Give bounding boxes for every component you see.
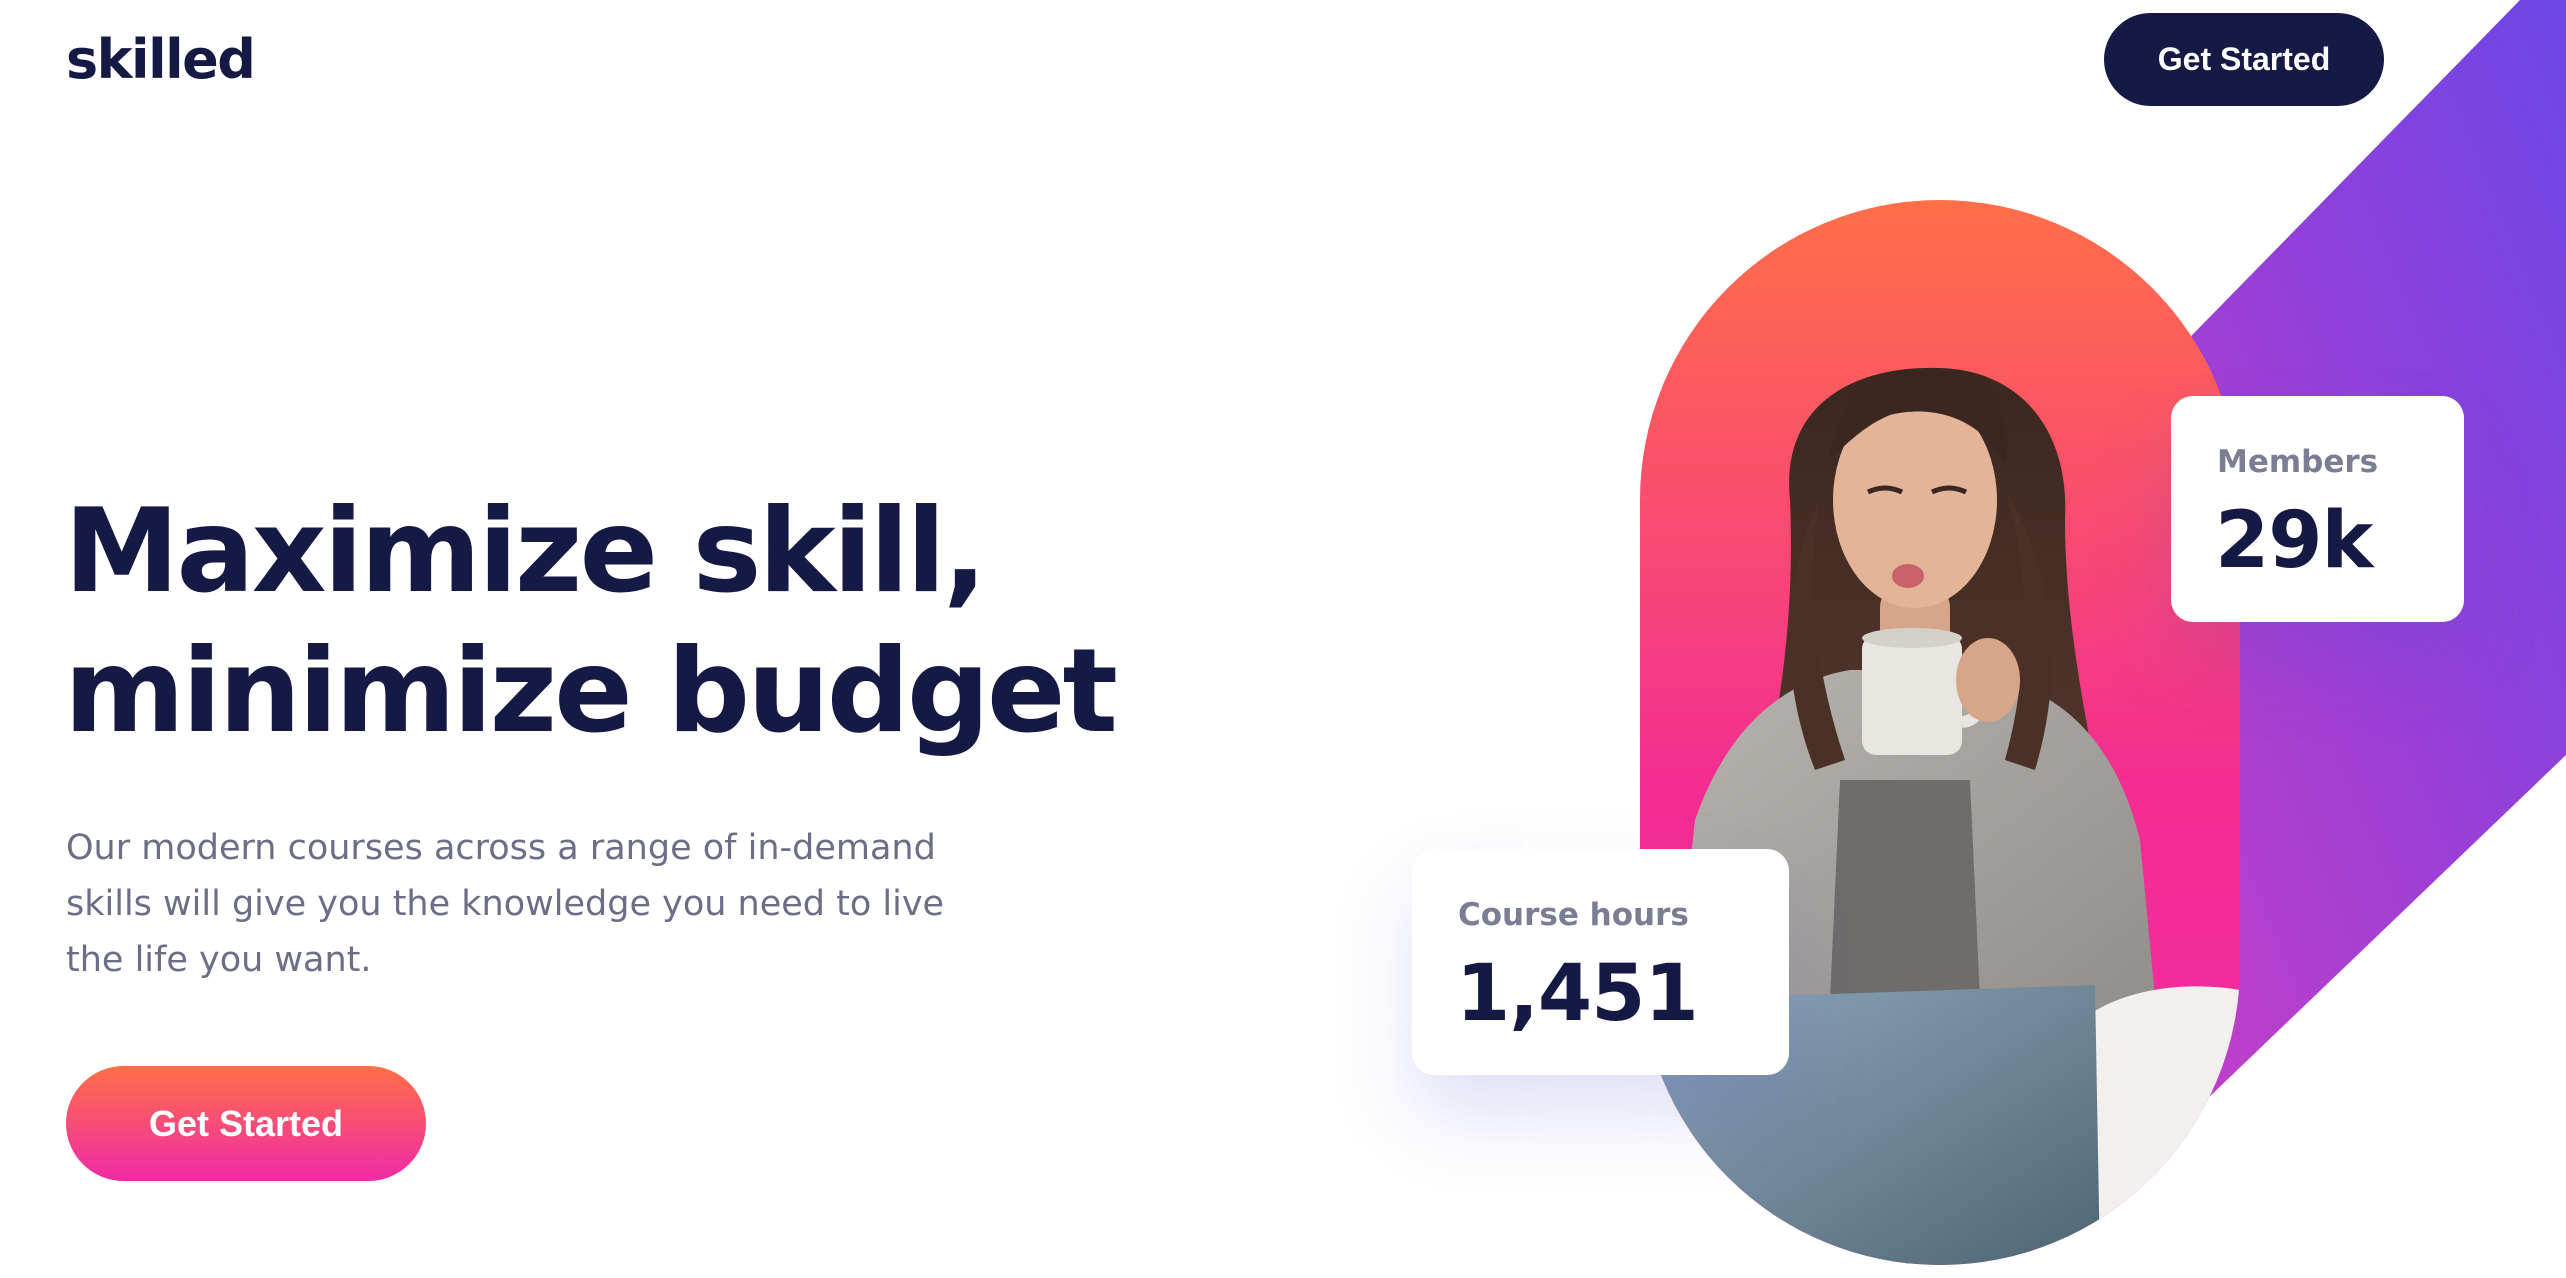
members-stat-label: Members: [2217, 444, 2379, 480]
members-stat-value: 29k: [2215, 496, 2373, 586]
brand-logo[interactable]: skilled: [66, 28, 256, 91]
hero-title-line-1: Maximize skill,: [64, 484, 987, 619]
hero-photo: [1650, 367, 2240, 1265]
hero-image-frame: [1640, 200, 2240, 1265]
hero-title-line-2: minimize budget: [64, 624, 1118, 759]
hero-title: Maximize skill, minimize budget: [64, 482, 1164, 762]
course-hours-stat-card: Course hours 1,451: [1412, 849, 1789, 1075]
course-hours-stat-value: 1,451: [1456, 949, 1699, 1039]
header-get-started-button[interactable]: Get Started: [2104, 13, 2384, 106]
course-hours-stat-label: Course hours: [1458, 897, 1689, 933]
hero-description: Our modern courses across a range of in-…: [66, 828, 945, 980]
landing-page: skilled Get Started Maximize skill, mini…: [0, 0, 2566, 1278]
members-stat-card: Members 29k: [2171, 396, 2464, 622]
hero-get-started-button[interactable]: Get Started: [66, 1066, 426, 1181]
